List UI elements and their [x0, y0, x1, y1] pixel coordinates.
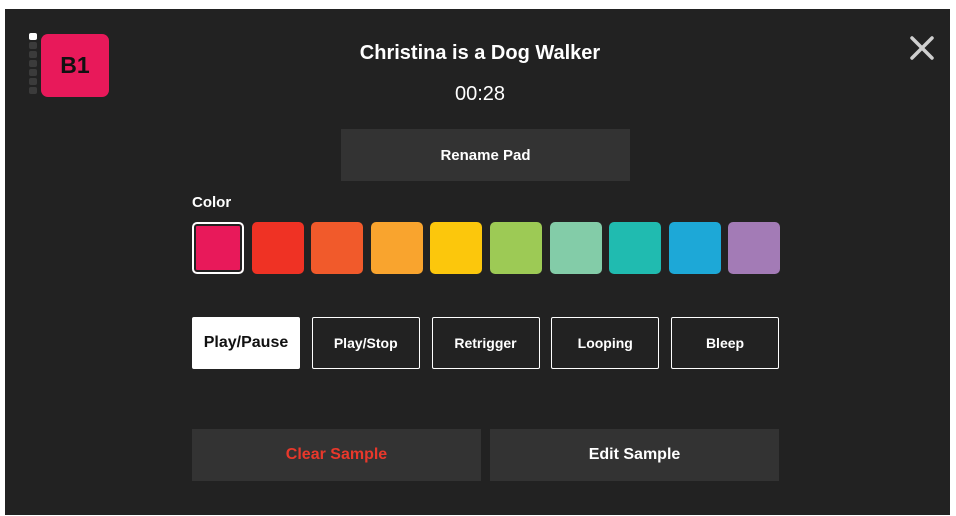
level-meter	[29, 33, 37, 94]
level-meter-segment	[29, 87, 37, 94]
color-swatch[interactable]	[192, 222, 244, 274]
level-meter-segment	[29, 33, 37, 40]
color-label: Color	[192, 194, 232, 211]
close-icon	[910, 36, 934, 60]
mode-button-bleep[interactable]: Bleep	[671, 317, 779, 369]
level-meter-segment	[29, 42, 37, 49]
sample-duration: 00:28	[454, 83, 506, 105]
sample-title: Christina is a Dog Walker	[359, 42, 601, 64]
color-swatch[interactable]	[311, 222, 364, 274]
close-button[interactable]	[906, 32, 938, 64]
edit-sample-button[interactable]: Edit Sample	[490, 429, 779, 481]
color-swatch[interactable]	[370, 222, 423, 274]
mode-button-play-pause[interactable]: Play/Pause	[192, 317, 300, 369]
level-meter-segment	[29, 60, 37, 67]
color-swatch[interactable]	[668, 222, 721, 274]
pad-badge: B1	[41, 34, 109, 97]
level-meter-segment	[29, 69, 37, 76]
level-meter-segment	[29, 78, 37, 85]
pad-label: B1	[60, 52, 90, 78]
color-swatch[interactable]	[251, 222, 304, 274]
mode-button-retrigger[interactable]: Retrigger	[431, 317, 540, 369]
color-swatch[interactable]	[490, 222, 542, 274]
rename-pad-button[interactable]: Rename Pad	[341, 129, 630, 181]
color-swatch[interactable]	[728, 222, 781, 274]
color-swatch[interactable]	[430, 222, 483, 274]
color-swatch[interactable]	[549, 222, 602, 274]
color-swatch[interactable]	[609, 222, 662, 274]
level-meter-segment	[29, 51, 37, 58]
mode-button-looping[interactable]: Looping	[551, 317, 660, 369]
mode-button-play-stop[interactable]: Play/Stop	[311, 317, 420, 369]
clear-sample-button[interactable]: Clear Sample	[192, 429, 481, 481]
